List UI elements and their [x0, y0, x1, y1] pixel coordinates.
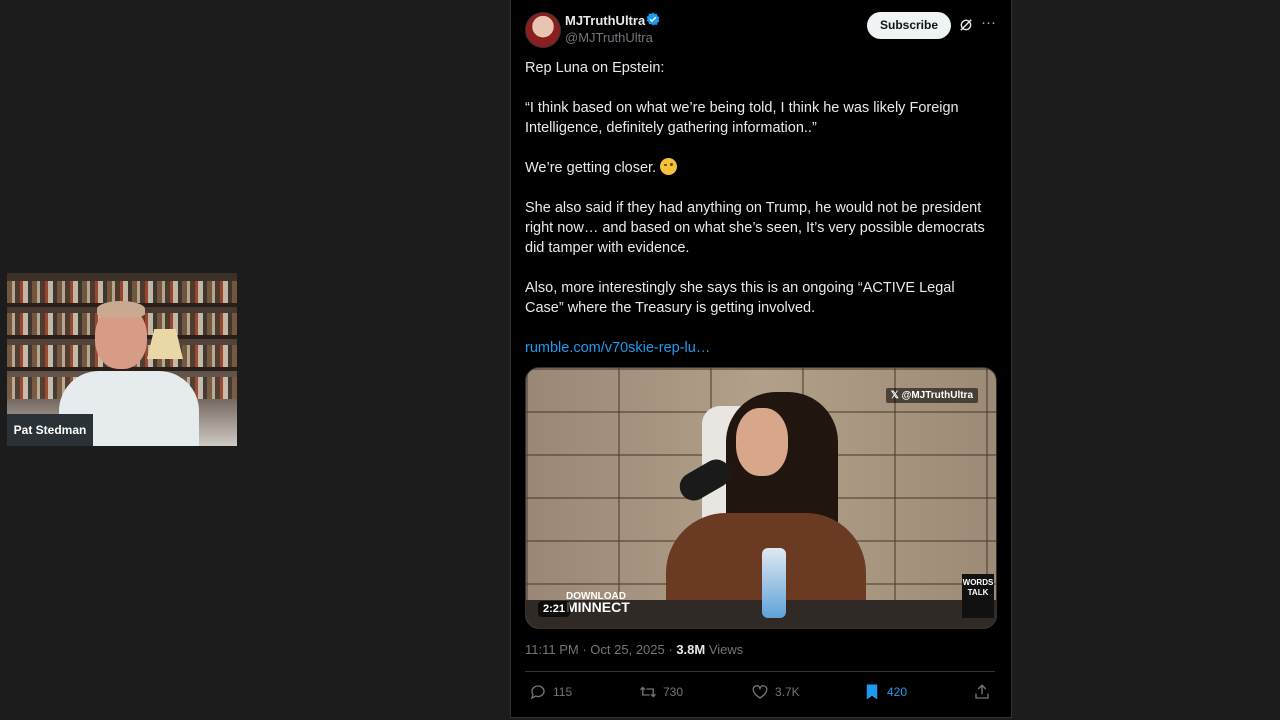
- bookmark-button[interactable]: 420: [863, 683, 907, 701]
- like-button[interactable]: 3.7K: [751, 683, 800, 701]
- tweet-quote: “I think based on what we’re being told,…: [525, 100, 959, 136]
- author-name[interactable]: MJTruthUltra: [565, 13, 645, 28]
- bookmark-count: 420: [887, 685, 908, 699]
- author-avatar[interactable]: [525, 12, 561, 48]
- video-watermark: 𝕏 @MJTruthUltra: [885, 388, 978, 403]
- views-count: 3.8M: [676, 642, 706, 657]
- verified-badge-icon: [646, 12, 660, 26]
- retweet-button[interactable]: 730: [639, 683, 683, 701]
- bookmark-icon: [866, 684, 878, 700]
- author-handle[interactable]: @MJTruthUltra: [565, 30, 653, 45]
- water-bottle: [762, 548, 786, 618]
- divider: [525, 671, 995, 672]
- tweet-text-line: Rep Luna on Epstein:: [525, 60, 665, 76]
- tweet-paragraph: She also said if they had anything on Tr…: [525, 200, 985, 256]
- speaker-face: [736, 408, 788, 476]
- tweet-card: MJTruthUltra @MJTruthUltra Subscribe ···…: [510, 0, 1012, 718]
- rumble-link[interactable]: rumble.com/v70skie-rep-lu…: [525, 340, 710, 356]
- tweet-paragraph: Also, more interestingly she says this i…: [525, 280, 955, 316]
- share-icon: [975, 684, 989, 699]
- tweet-text-line: We’re getting closer.: [525, 158, 995, 178]
- more-options-icon[interactable]: ···: [981, 14, 996, 31]
- views-label: Views: [708, 642, 744, 657]
- video-player[interactable]: 𝕏 @MJTruthUltra DOWNLOAD MINNECT WORDS T…: [525, 367, 997, 629]
- share-button[interactable]: [973, 683, 991, 701]
- retweet-count: 730: [663, 685, 684, 699]
- like-count: 3.7K: [775, 685, 800, 699]
- grok-icon[interactable]: [959, 18, 973, 32]
- winking-face-emoji-icon: [660, 158, 678, 175]
- reply-count: 115: [553, 685, 573, 699]
- x-logo-icon: 𝕏: [890, 390, 902, 401]
- retweet-icon: [640, 686, 656, 698]
- reply-button[interactable]: 115: [529, 683, 572, 701]
- subscribe-button[interactable]: Subscribe: [867, 12, 951, 39]
- reply-icon: [530, 685, 545, 700]
- tweet-meta: 11:11 PM · Oct 25, 2025 · 3.8M Views: [525, 642, 744, 657]
- tweet-time[interactable]: 11:11 PM: [525, 642, 579, 657]
- download-minnect-logo: DOWNLOAD MINNECT: [566, 591, 630, 615]
- tweet-date[interactable]: Oct 25, 2025: [590, 642, 664, 657]
- heart-icon: [752, 685, 768, 699]
- words-talk-sign: WORDS TALK: [962, 574, 994, 618]
- bookshelf: [7, 281, 237, 303]
- tweet-sentence: We’re getting closer.: [525, 160, 657, 176]
- participant-name-label: Pat Stedman: [7, 414, 93, 446]
- video-duration: 2:21: [538, 601, 571, 617]
